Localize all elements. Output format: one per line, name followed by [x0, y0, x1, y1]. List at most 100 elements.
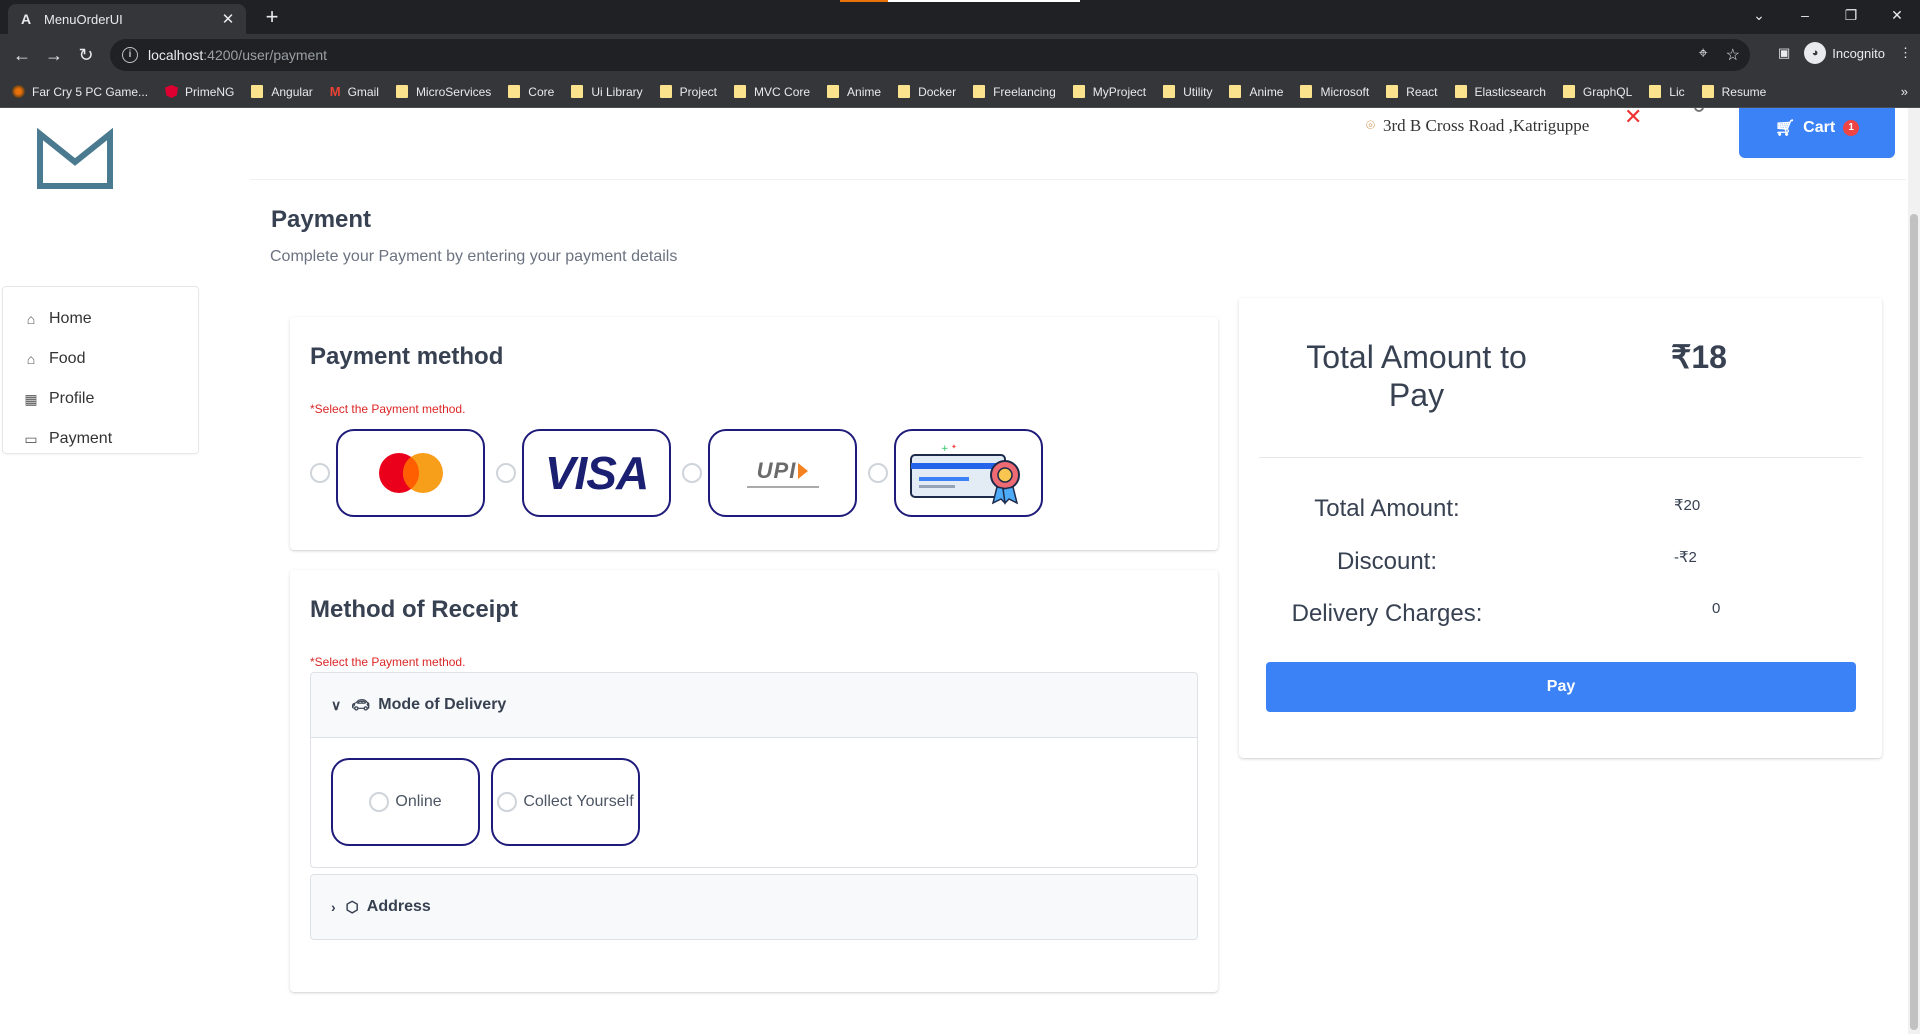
- payment-option-upi[interactable]: UPI: [682, 429, 857, 517]
- tab-title: MenuOrderUI: [44, 11, 123, 27]
- home-icon: ⌂: [26, 311, 36, 327]
- bookmark-item[interactable]: GraphQL: [1562, 85, 1632, 99]
- folder-icon: [1229, 85, 1242, 98]
- bookmark-item[interactable]: Microsoft: [1300, 85, 1369, 99]
- receipt-heading: Method of Receipt: [310, 596, 518, 623]
- bookmark-item[interactable]: M Gmail: [330, 84, 379, 99]
- card-logo[interactable]: + ✦: [894, 429, 1043, 517]
- discount-label: Discount:: [1336, 548, 1438, 575]
- mastercard-logo[interactable]: [336, 429, 485, 517]
- side-panel-icon[interactable]: ▣: [1778, 45, 1790, 61]
- folder-icon: [395, 85, 408, 98]
- bookmark-item[interactable]: Far Cry 5 PC Game...: [12, 85, 148, 99]
- new-tab-button[interactable]: +: [258, 4, 286, 32]
- car-icon: 🚗︎: [351, 697, 371, 714]
- folder-icon: [1386, 85, 1399, 98]
- bookmark-item[interactable]: MicroServices: [395, 85, 491, 99]
- bookmark-item[interactable]: Resume: [1701, 85, 1766, 99]
- bookmark-item[interactable]: Project: [659, 85, 717, 99]
- delivery-charges-value: 0: [1712, 600, 1721, 617]
- delivery-mode-accordion: ∨ 🚗︎ Mode of Delivery Online Collect You…: [310, 672, 1198, 868]
- address-header[interactable]: › ⬡ Address: [311, 875, 1197, 939]
- chevron-right-icon: ›: [331, 899, 336, 915]
- forward-icon[interactable]: →: [40, 42, 68, 70]
- folder-icon: [734, 85, 747, 98]
- sidebar-item-food[interactable]: ⌂ Food: [3, 339, 198, 379]
- radio-button[interactable]: [868, 463, 888, 483]
- more-bookmarks-icon[interactable]: »: [1901, 84, 1908, 99]
- upi-logo[interactable]: UPI: [708, 429, 857, 517]
- url-host: localhost: [148, 47, 204, 63]
- bookmark-item[interactable]: Anime: [1229, 85, 1283, 99]
- radio-button[interactable]: [497, 792, 518, 812]
- bookmark-item[interactable]: Elasticsearch: [1454, 85, 1546, 99]
- back-icon[interactable]: ←: [8, 42, 36, 70]
- bookmark-item[interactable]: Freelancing: [973, 85, 1056, 99]
- site-info-icon[interactable]: i: [122, 47, 138, 63]
- sidebar-item-payment[interactable]: ▭ Payment: [3, 419, 198, 459]
- location-text: 3rd B Cross Road ,Katriguppe: [1383, 116, 1590, 135]
- radio-button[interactable]: [682, 463, 702, 483]
- svg-text:✦: ✦: [951, 443, 957, 451]
- bookmark-item[interactable]: Angular: [251, 85, 313, 99]
- bookmark-item[interactable]: React: [1386, 85, 1438, 99]
- payment-option-visa[interactable]: VISA: [496, 429, 671, 517]
- app-viewport: ⌾ 3rd B Cross Road ,Katriguppe ✕ 🛒︎ Cart…: [0, 108, 1920, 1034]
- gmail-icon: M: [329, 84, 341, 99]
- location-icon[interactable]: ⌖: [1699, 45, 1708, 65]
- sidebar-item-home[interactable]: ⌂ Home: [3, 299, 198, 339]
- tab-search-icon[interactable]: ⌄: [1736, 0, 1782, 30]
- bookmark-star-icon[interactable]: ☆: [1726, 45, 1740, 65]
- folder-icon: [1701, 85, 1714, 98]
- delivery-location[interactable]: ⌾ 3rd B Cross Road ,Katriguppe: [1366, 116, 1589, 136]
- brand-logo[interactable]: [36, 128, 114, 190]
- total-header: Total Amount to Pay ₹18: [1259, 338, 1859, 434]
- bookmark-item[interactable]: Lic: [1649, 85, 1685, 99]
- cart-label: Cart: [1803, 119, 1836, 136]
- payment-option-card[interactable]: + ✦: [868, 429, 1043, 517]
- browser-tab[interactable]: A MenuOrderUI ✕: [8, 4, 246, 34]
- bookmark-item[interactable]: Core: [508, 85, 554, 99]
- visa-logo[interactable]: VISA: [522, 429, 671, 517]
- pay-button[interactable]: Pay: [1266, 662, 1856, 712]
- minimize-button[interactable]: –: [1782, 0, 1828, 30]
- radio-button[interactable]: [310, 463, 330, 483]
- receipt-method-card: Method of Receipt *Select the Payment me…: [290, 570, 1218, 992]
- delivery-option-online[interactable]: Online: [331, 758, 480, 846]
- cart-button[interactable]: 🛒︎ Cart 1: [1739, 108, 1895, 158]
- bookmark-item[interactable]: Anime: [827, 85, 881, 99]
- folder-icon: [827, 85, 840, 98]
- address-bar[interactable]: i localhost:4200/user/payment ⌖ ☆: [110, 39, 1750, 71]
- clear-location-icon[interactable]: ✕: [1624, 108, 1642, 130]
- mastercard-icon: [378, 453, 443, 493]
- close-window-button[interactable]: ✕: [1874, 0, 1920, 30]
- visa-text: VISA: [544, 447, 649, 499]
- incognito-indicator[interactable]: ◕ Incognito: [1804, 42, 1885, 64]
- bookmark-item[interactable]: PrimeNG: [165, 85, 234, 99]
- bookmark-item[interactable]: Ui Library: [571, 85, 643, 99]
- bookmark-item[interactable]: MVC Core: [734, 85, 810, 99]
- radio-button[interactable]: [496, 463, 516, 483]
- sidebar-item-profile[interactable]: ▦ Profile: [3, 379, 198, 419]
- credit-card-icon: ▭: [24, 430, 38, 447]
- scrollbar-thumb[interactable]: [1910, 214, 1918, 1030]
- incognito-icon: ◕: [1804, 42, 1827, 64]
- delivery-option-collect[interactable]: Collect Yourself: [491, 758, 640, 846]
- reload-icon[interactable]: ↻: [72, 42, 100, 70]
- payment-option-mastercard[interactable]: [310, 429, 485, 517]
- page-subtitle: Complete your Payment by entering your p…: [270, 248, 678, 265]
- payment-method-heading: Payment method: [310, 343, 504, 370]
- radio-button[interactable]: [369, 792, 390, 812]
- bookmark-item[interactable]: Docker: [898, 85, 956, 99]
- receipt-required-note: *Select the Payment method.: [310, 655, 466, 669]
- page-scrollbar[interactable]: [1908, 108, 1920, 1034]
- bookmark-item[interactable]: Utility: [1163, 85, 1212, 99]
- bookmarks-bar: Far Cry 5 PC Game... PrimeNG Angular M Gm…: [0, 76, 1920, 108]
- restore-button[interactable]: ❐: [1828, 0, 1874, 30]
- bookmark-item[interactable]: MyProject: [1072, 85, 1146, 99]
- loading-indicator: [840, 0, 1080, 2]
- delivery-mode-header[interactable]: ∨ 🚗︎ Mode of Delivery: [311, 673, 1197, 737]
- folder-icon: [1163, 85, 1176, 98]
- close-tab-icon[interactable]: ✕: [220, 10, 236, 28]
- menu-icon[interactable]: ⋮: [1899, 45, 1912, 61]
